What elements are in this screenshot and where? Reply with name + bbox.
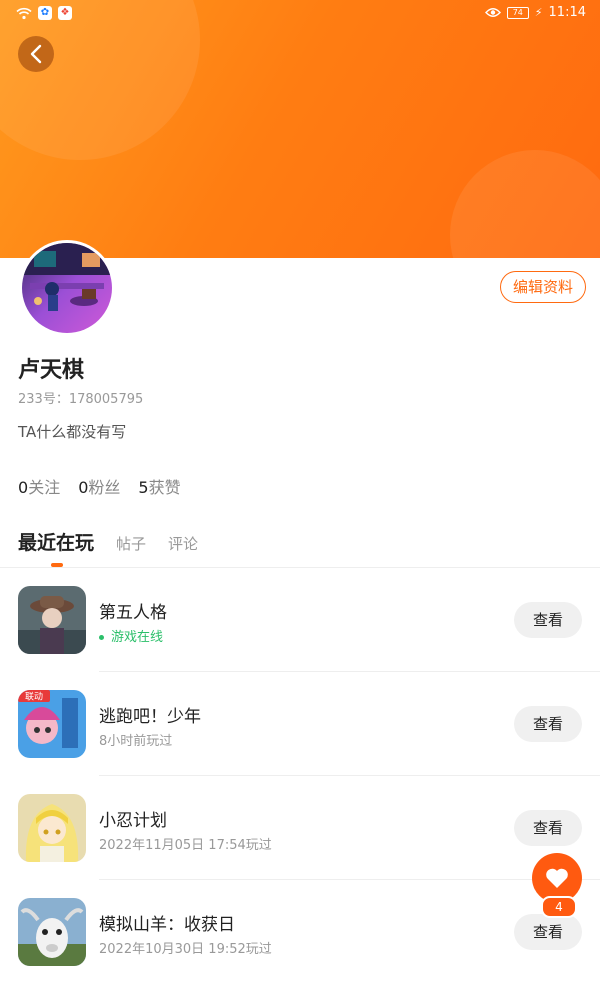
game-icon	[18, 794, 86, 862]
charging-icon: ⚡	[534, 6, 543, 19]
status-bar: ✿ ❖ 74 ⚡ 11:14	[0, 0, 600, 28]
list-item[interactable]: 小忍计划 2022年11月05日 17:54玩过 查看	[0, 776, 600, 880]
game-icon: 联动	[18, 690, 86, 758]
status-time: 11:14	[548, 5, 586, 20]
game-icon	[18, 586, 86, 654]
stat-number: 0	[18, 478, 29, 497]
stat-label: 获赞	[148, 478, 181, 497]
profile-uid: 233号：178005795	[18, 392, 144, 407]
tab-recently-played[interactable]: 最近在玩	[18, 528, 94, 555]
game-title: 模拟山羊：收获日	[99, 915, 235, 935]
view-button[interactable]: 查看	[514, 602, 582, 638]
game-title: 小忍计划	[99, 811, 167, 831]
game-status-text: 游戏在线	[111, 630, 164, 645]
game-last-played: 2022年10月30日 19:52玩过	[99, 942, 272, 957]
like-count-badge: 4	[541, 896, 577, 918]
profile-bio: TA什么都没有写	[18, 423, 127, 441]
back-button[interactable]	[18, 36, 54, 72]
tab-posts[interactable]: 帖子	[116, 533, 146, 554]
game-last-played: 2022年11月05日 17:54玩过	[99, 838, 272, 853]
edit-profile-button[interactable]: 编辑资料	[500, 271, 586, 303]
list-item[interactable]: 第五人格 游戏在线 查看	[0, 568, 600, 672]
view-button[interactable]: 查看	[514, 706, 582, 742]
stat-number: 0	[78, 478, 89, 497]
list-item[interactable]: 联动 逃跑吧！少年 8小时前玩过 查看	[0, 672, 600, 776]
notification-app-icon: ❖	[58, 6, 72, 20]
game-icon-badge: 联动	[25, 692, 43, 703]
profile-stats: 0关注 0粉丝 5获赞	[18, 474, 181, 498]
stat-label: 粉丝	[88, 478, 121, 497]
game-title: 第五人格	[99, 603, 167, 623]
tab-comments[interactable]: 评论	[168, 533, 198, 554]
view-button[interactable]: 查看	[514, 914, 582, 950]
chevron-left-icon	[30, 44, 42, 64]
game-last-played: 8小时前玩过	[99, 734, 173, 749]
avatar-image	[22, 243, 112, 333]
avatar[interactable]	[19, 240, 115, 336]
view-button[interactable]: 查看	[514, 810, 582, 846]
profile-name: 卢天棋	[18, 358, 85, 383]
battery-icon: 74	[506, 6, 529, 19]
stat-followers[interactable]: 0粉丝	[78, 474, 120, 498]
notification-app-icon: ✿	[38, 6, 52, 20]
eye-icon	[484, 8, 501, 17]
game-list: 第五人格 游戏在线 查看 联动 逃跑吧！少年 8小时前玩过 查看 小忍计划 20…	[0, 568, 600, 984]
wifi-icon	[16, 7, 32, 19]
heart-icon	[546, 868, 568, 888]
stat-following[interactable]: 0关注	[18, 474, 60, 498]
game-title: 逃跑吧！少年	[99, 707, 201, 727]
list-item[interactable]: 模拟山羊：收获日 2022年10月30日 19:52玩过 查看	[0, 880, 600, 984]
stat-label: 关注	[28, 478, 61, 497]
stat-likes[interactable]: 5获赞	[138, 474, 180, 498]
profile-tabs: 最近在玩 帖子 评论	[18, 528, 220, 555]
online-dot-icon	[99, 635, 104, 640]
game-icon	[18, 898, 86, 966]
banner-decoration	[450, 150, 600, 258]
stat-number: 5	[138, 478, 149, 497]
profile-header-banner	[0, 0, 600, 258]
game-status: 游戏在线	[99, 626, 163, 645]
